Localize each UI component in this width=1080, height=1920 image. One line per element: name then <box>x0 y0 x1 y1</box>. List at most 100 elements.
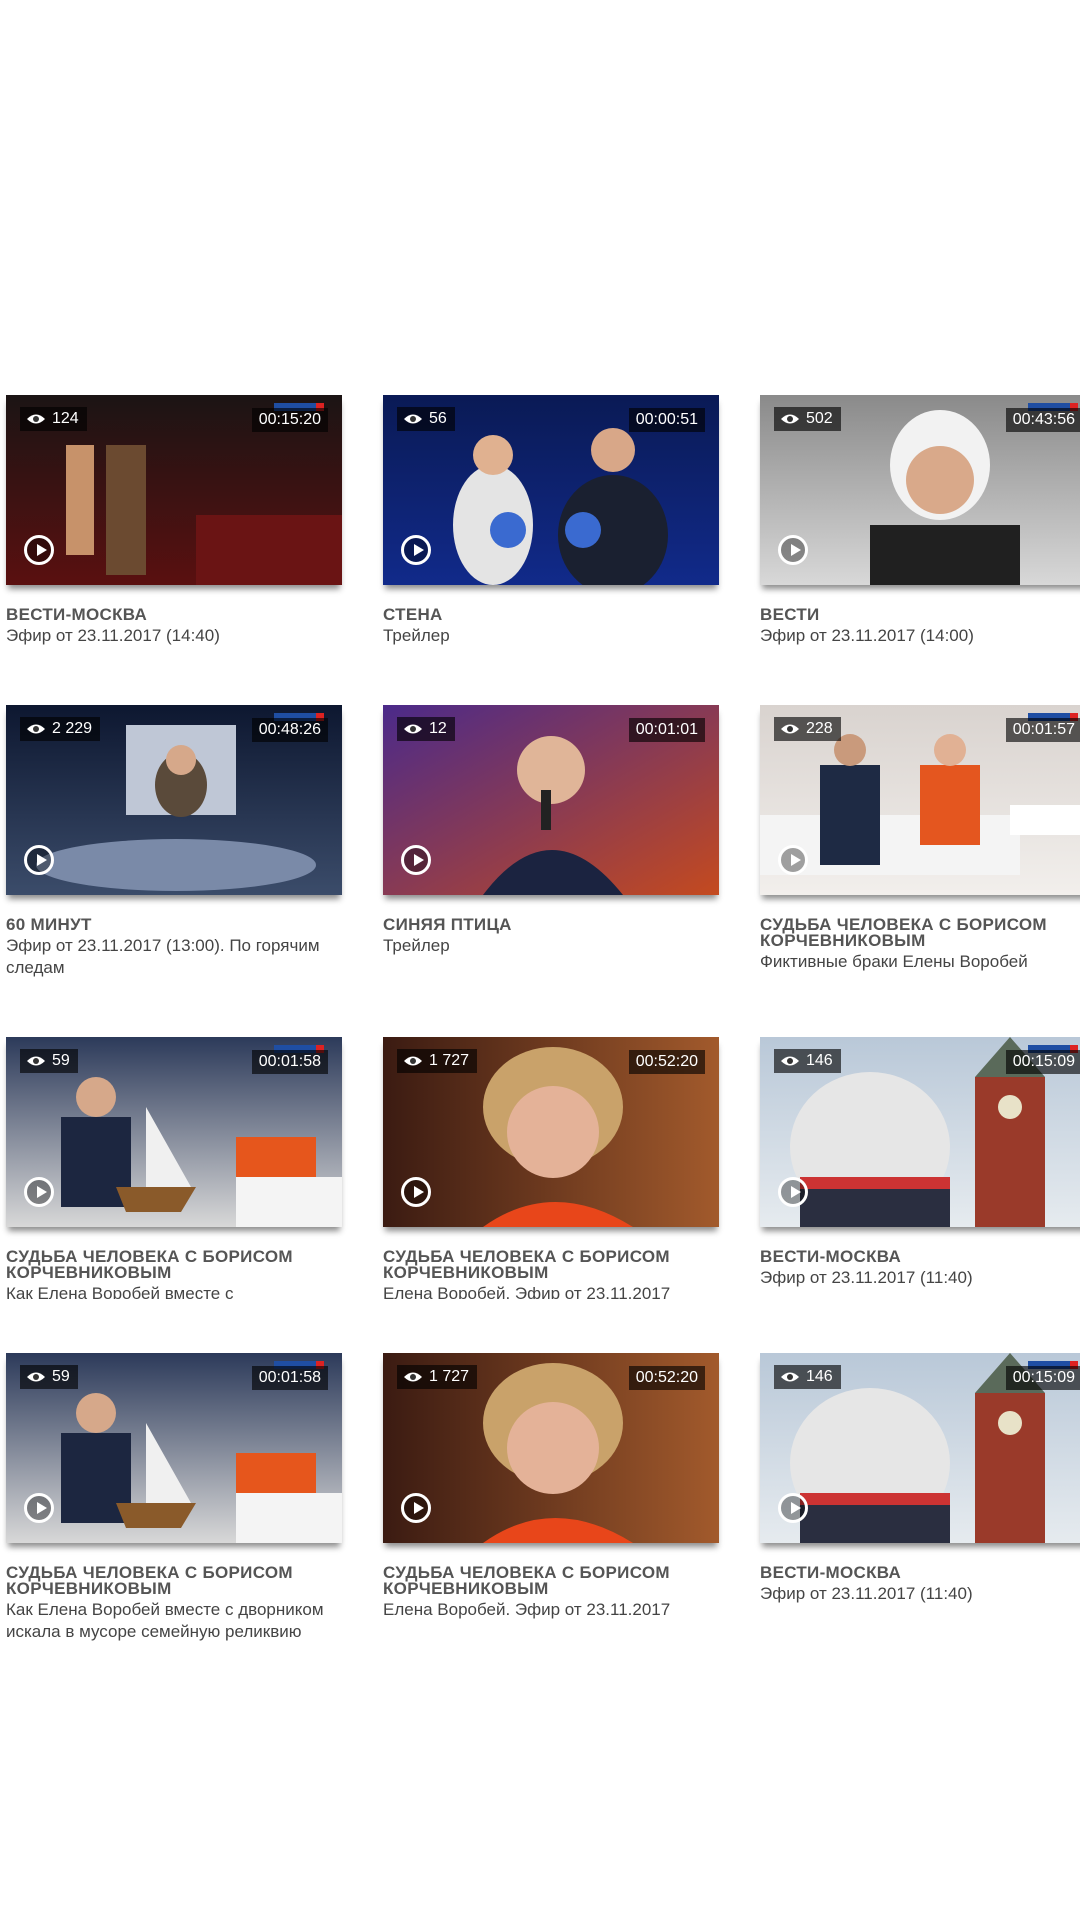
video-card[interactable]: 502 00:43:56 ВЕСТИ Эфир от 23.11.2017 (1… <box>760 395 1080 647</box>
video-subtitle: Елена Воробей. Эфир от 23.11.2017 <box>383 1284 671 1299</box>
play-icon[interactable] <box>24 535 54 565</box>
video-subtitle: Фиктивные браки Елены Воробей <box>760 952 1028 971</box>
video-title[interactable]: СУДЬБА ЧЕЛОВЕКА С БОРИСОМ КОРЧЕВНИКОВЫМ <box>383 1248 719 1281</box>
play-icon[interactable] <box>401 845 431 875</box>
play-icon[interactable] <box>401 1177 431 1207</box>
eye-icon <box>27 1372 45 1382</box>
video-duration: 00:52:20 <box>628 1366 705 1390</box>
view-count: 146 <box>806 1368 833 1385</box>
play-icon[interactable] <box>778 535 808 565</box>
video-title[interactable]: СУДЬБА ЧЕЛОВЕКА С БОРИСОМ КОРЧЕВНИКОВЫМ <box>760 916 1080 949</box>
view-count-badge: 502 <box>774 407 841 431</box>
play-icon[interactable] <box>401 1493 431 1523</box>
video-thumbnail[interactable]: 124 00:15:20 <box>6 395 342 585</box>
view-count-badge: 146 <box>774 1049 841 1073</box>
video-title[interactable]: СИНЯЯ ПТИЦА <box>383 916 719 933</box>
video-card[interactable]: 1 727 00:52:20 СУДЬБА ЧЕЛОВЕКА С БОРИСОМ… <box>383 1353 719 1621</box>
video-card[interactable]: 2 229 00:48:26 60 МИНУТ Эфир от 23.11.20… <box>6 705 342 979</box>
eye-icon <box>404 1056 422 1066</box>
view-count-badge: 228 <box>774 717 841 741</box>
video-card[interactable]: 12 00:01:01 СИНЯЯ ПТИЦА Трейлер <box>383 705 719 957</box>
eye-icon <box>404 1372 422 1382</box>
video-card[interactable]: 1 727 00:52:20 СУДЬБА ЧЕЛОВЕКА С БОРИСОМ… <box>383 1037 719 1299</box>
video-subtitle: Эфир от 23.11.2017 (14:00) <box>760 626 974 645</box>
video-duration: 00:01:58 <box>251 1050 328 1074</box>
video-thumbnail[interactable]: 59 00:01:58 <box>6 1353 342 1543</box>
video-title[interactable]: ВЕСТИ-МОСКВА <box>760 1248 1080 1265</box>
video-card[interactable]: 228 00:01:57 СУДЬБА ЧЕЛОВЕКА С БОРИСОМ К… <box>760 705 1080 973</box>
view-count: 146 <box>806 1052 833 1069</box>
eye-icon <box>404 724 422 734</box>
play-icon[interactable] <box>24 1493 54 1523</box>
video-title[interactable]: СУДЬБА ЧЕЛОВЕКА С БОРИСОМ КОРЧЕВНИКОВЫМ <box>383 1564 719 1597</box>
eye-icon <box>781 414 799 424</box>
view-count: 12 <box>429 720 447 737</box>
view-count-badge: 12 <box>397 717 455 741</box>
play-icon[interactable] <box>778 1177 808 1207</box>
video-thumbnail[interactable]: 1 727 00:52:20 <box>383 1353 719 1543</box>
eye-icon <box>781 724 799 734</box>
play-icon[interactable] <box>401 535 431 565</box>
video-card[interactable]: 56 00:00:51 СТЕНА Трейлер <box>383 395 719 647</box>
video-duration: 00:15:09 <box>1005 1050 1080 1074</box>
eye-icon <box>781 1056 799 1066</box>
video-card[interactable]: 59 00:01:58 СУДЬБА ЧЕЛОВЕКА С БОРИСОМ КО… <box>6 1037 342 1299</box>
video-title[interactable]: ВЕСТИ-МОСКВА <box>6 606 342 623</box>
play-icon[interactable] <box>778 845 808 875</box>
video-title[interactable]: 60 МИНУТ <box>6 916 342 933</box>
view-count: 1 727 <box>429 1052 470 1069</box>
video-title[interactable]: СУДЬБА ЧЕЛОВЕКА С БОРИСОМ КОРЧЕВНИКОВЫМ <box>6 1564 342 1597</box>
video-subtitle: Трейлер <box>383 626 450 645</box>
video-duration: 00:00:51 <box>628 408 705 432</box>
video-subtitle: Как Елена Воробей вместе с <box>6 1284 234 1299</box>
view-count: 59 <box>52 1052 70 1069</box>
video-card[interactable]: 59 00:01:58 СУДЬБА ЧЕЛОВЕКА С БОРИСОМ КО… <box>6 1353 342 1643</box>
play-icon[interactable] <box>24 845 54 875</box>
view-count-badge: 56 <box>397 407 455 431</box>
video-subtitle: Эфир от 23.11.2017 (11:40) <box>760 1584 973 1603</box>
view-count-badge: 59 <box>20 1365 78 1389</box>
video-duration: 00:01:57 <box>1005 718 1080 742</box>
video-subtitle: Как Елена Воробей вместе с дворником иск… <box>6 1600 324 1641</box>
video-thumbnail[interactable]: 1 727 00:52:20 <box>383 1037 719 1227</box>
view-count: 56 <box>429 410 447 427</box>
play-icon[interactable] <box>24 1177 54 1207</box>
video-thumbnail[interactable]: 2 229 00:48:26 <box>6 705 342 895</box>
video-thumbnail[interactable]: 12 00:01:01 <box>383 705 719 895</box>
video-thumbnail[interactable]: 56 00:00:51 <box>383 395 719 585</box>
view-count-badge: 124 <box>20 407 87 431</box>
video-duration: 00:15:09 <box>1005 1366 1080 1390</box>
video-thumbnail[interactable]: 146 00:15:09 <box>760 1353 1080 1543</box>
video-title[interactable]: ВЕСТИ <box>760 606 1080 623</box>
video-title[interactable]: СТЕНА <box>383 606 719 623</box>
video-subtitle: Эфир от 23.11.2017 (11:40) <box>760 1268 973 1287</box>
view-count: 502 <box>806 410 833 427</box>
video-thumbnail[interactable]: 59 00:01:58 <box>6 1037 342 1227</box>
video-thumbnail[interactable]: 146 00:15:09 <box>760 1037 1080 1227</box>
eye-icon <box>404 414 422 424</box>
view-count: 59 <box>52 1368 70 1385</box>
eye-icon <box>27 1056 45 1066</box>
eye-icon <box>27 414 45 424</box>
view-count-badge: 146 <box>774 1365 841 1389</box>
view-count: 124 <box>52 410 79 427</box>
video-duration: 00:48:26 <box>251 718 328 742</box>
eye-icon <box>27 724 45 734</box>
video-duration: 00:01:01 <box>628 718 705 742</box>
video-duration: 00:15:20 <box>251 408 328 432</box>
video-card[interactable]: 146 00:15:09 ВЕСТИ-МОСКВА Эфир от 23.11.… <box>760 1353 1080 1605</box>
view-count-badge: 59 <box>20 1049 78 1073</box>
video-thumbnail[interactable]: 502 00:43:56 <box>760 395 1080 585</box>
video-card[interactable]: 146 00:15:09 ВЕСТИ-МОСКВА Эфир от 23.11.… <box>760 1037 1080 1289</box>
play-icon[interactable] <box>778 1493 808 1523</box>
video-title[interactable]: ВЕСТИ-МОСКВА <box>760 1564 1080 1581</box>
video-duration: 00:52:20 <box>628 1050 705 1074</box>
view-count-badge: 1 727 <box>397 1365 478 1389</box>
video-title[interactable]: СУДЬБА ЧЕЛОВЕКА С БОРИСОМ КОРЧЕВНИКОВЫМ <box>6 1248 342 1281</box>
eye-icon <box>781 1372 799 1382</box>
video-duration: 00:01:58 <box>251 1366 328 1390</box>
video-thumbnail[interactable]: 228 00:01:57 <box>760 705 1080 895</box>
video-card[interactable]: 124 00:15:20 ВЕСТИ-МОСКВА Эфир от 23.11.… <box>6 395 342 647</box>
view-count-badge: 1 727 <box>397 1049 478 1073</box>
video-subtitle: Трейлер <box>383 936 450 955</box>
